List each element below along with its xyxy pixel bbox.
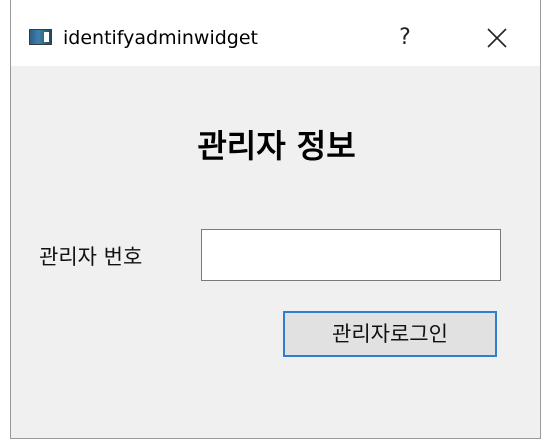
help-button[interactable]: ? [387,20,423,56]
dialog-window: identifyadminwidget ? 관리자 정보 관리자 번호 관리자로… [10,0,541,439]
window-title: identifyadminwidget [63,27,259,49]
page-title: 관리자 정보 [197,127,356,165]
close-icon [487,28,507,48]
admin-login-button[interactable]: 관리자로그인 [283,311,497,357]
admin-number-input[interactable] [201,229,501,281]
title-bar[interactable]: identifyadminwidget ? [11,0,540,66]
admin-number-label: 관리자 번호 [39,245,143,269]
app-window-icon [29,29,52,45]
close-button[interactable] [479,20,515,56]
